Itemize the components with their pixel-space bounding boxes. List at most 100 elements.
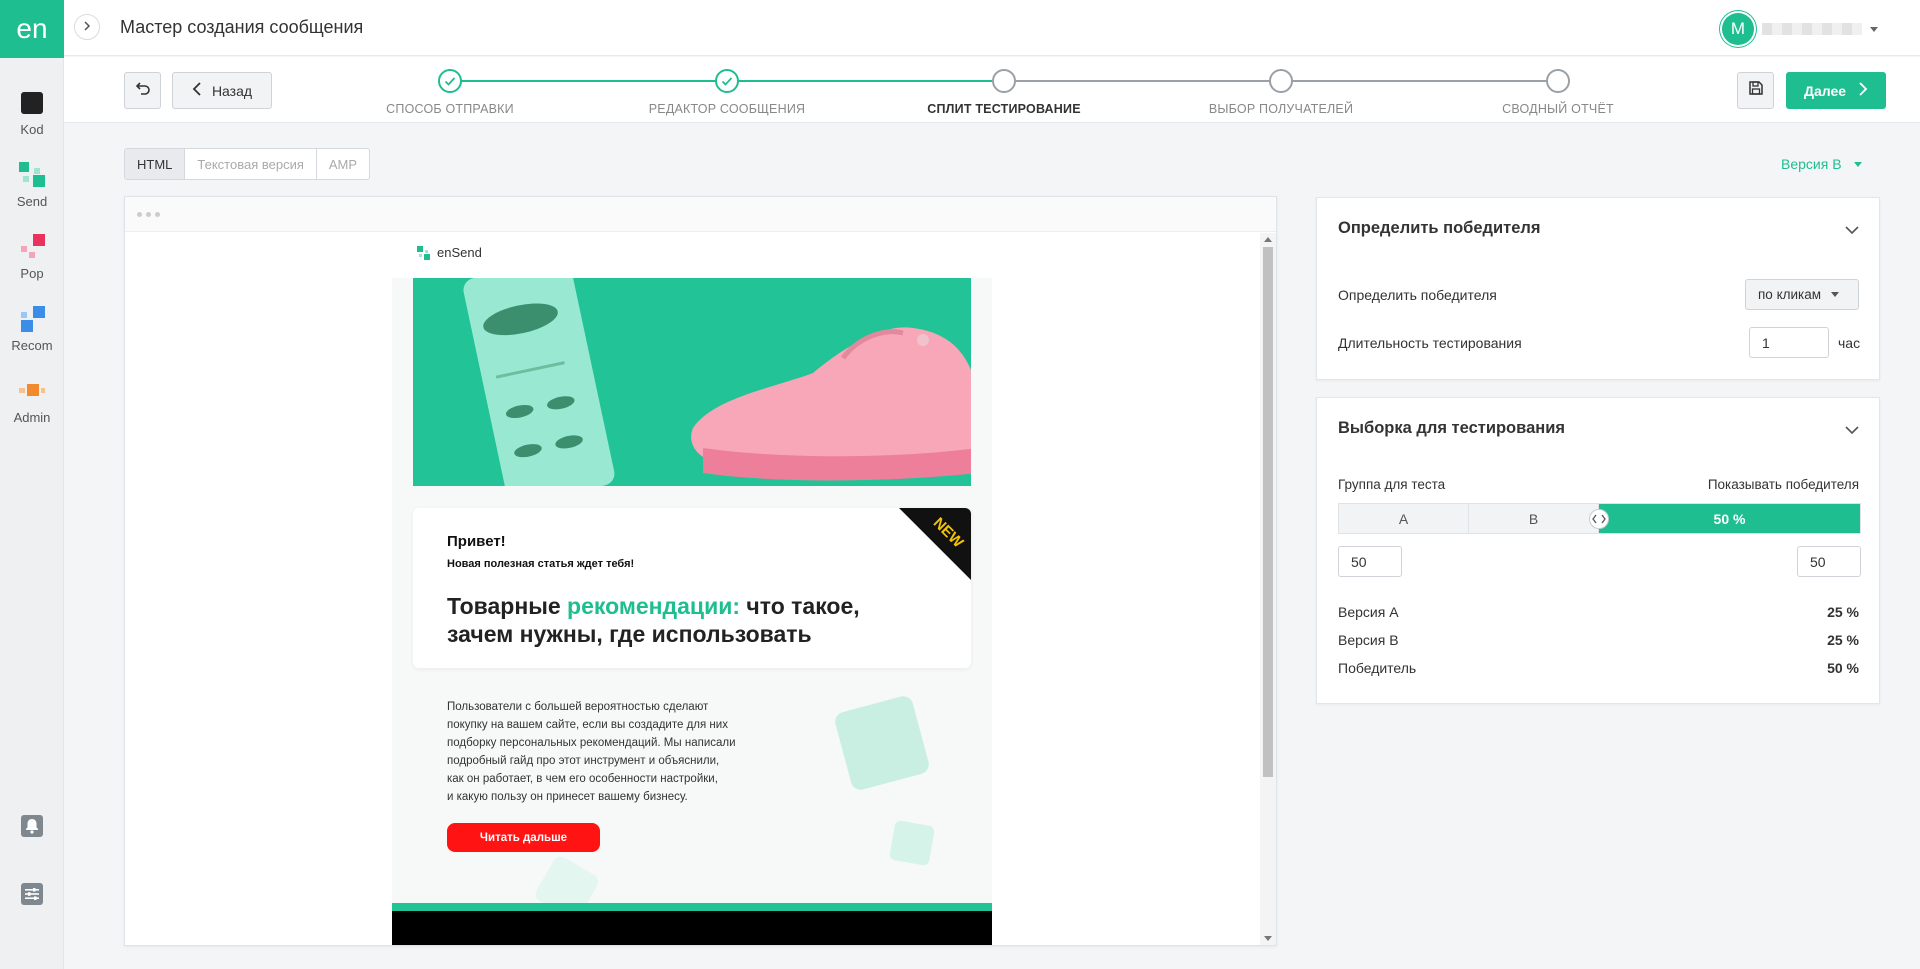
ensend-logo: enSend xyxy=(417,245,482,260)
headline-accent: рекомендации: xyxy=(567,593,741,619)
nav-item-admin[interactable]: Admin xyxy=(0,372,64,434)
body-line: покупку на вашем сайте, если вы создадит… xyxy=(447,719,728,731)
sample-panel: Выборка для тестирования Группа для тест… xyxy=(1316,397,1880,704)
wizard-step-split-test[interactable]: СПЛИТ ТЕСТИРОВАНИЕ xyxy=(904,69,1104,116)
wizard-step-send-method[interactable]: СПОСОБ ОТПРАВКИ xyxy=(350,69,550,116)
new-ribbon: NEW xyxy=(899,508,971,580)
chevron-right-icon xyxy=(1858,82,1868,99)
email-preview-frame: enSend Привет! Новая полезная статья жде… xyxy=(124,196,1277,946)
decorative-shapes xyxy=(835,696,935,866)
chevron-left-icon xyxy=(192,82,202,99)
duration-label: Длительность тестирования xyxy=(1338,335,1522,351)
top-bar: Мастер создания сообщения M xyxy=(64,0,1920,56)
scroll-thumb[interactable] xyxy=(1263,247,1273,777)
window-dots-icon xyxy=(137,212,160,217)
body-line: подборку персональных рекомендаций. Мы н… xyxy=(447,737,736,749)
settings-sliders-icon[interactable] xyxy=(20,882,44,906)
chevron-down-icon[interactable] xyxy=(1845,422,1859,440)
ensend-logo-icon xyxy=(417,245,430,260)
step-circle-icon xyxy=(1546,69,1570,93)
segment-b[interactable]: B xyxy=(1469,504,1599,533)
check-icon xyxy=(438,69,462,93)
summary-value: 50 % xyxy=(1827,660,1859,676)
footer-stripe xyxy=(392,903,992,911)
article-headline: Товарные рекомендации: что такое, зачем … xyxy=(447,592,907,648)
avatar[interactable]: M xyxy=(1722,13,1754,45)
chevron-down-icon xyxy=(1870,26,1878,32)
expand-sidebar-button[interactable] xyxy=(74,14,100,40)
version-dropdown-label: Версия B xyxy=(1781,156,1842,172)
app-logo[interactable]: en xyxy=(0,0,64,58)
user-name-redacted xyxy=(1762,23,1862,35)
caret-down-icon xyxy=(1831,292,1840,297)
next-button[interactable]: Далее xyxy=(1786,72,1886,109)
nav-item-label: Admin xyxy=(13,410,51,425)
step-circle-icon xyxy=(992,69,1016,93)
nav-item-recom[interactable]: Recom xyxy=(0,300,64,362)
split-drag-handle[interactable] xyxy=(1589,509,1609,529)
duration-input[interactable]: 1 xyxy=(1749,327,1829,358)
back-button-label: Назад xyxy=(211,82,253,99)
admin-icon xyxy=(19,378,45,404)
summary-row: Версия B 25 % xyxy=(1338,632,1859,648)
email-body: enSend Привет! Новая полезная статья жде… xyxy=(392,233,992,945)
summary-label: Версия B xyxy=(1338,632,1399,648)
nav-item-pop[interactable]: Pop xyxy=(0,228,64,290)
wizard-step-label: СПОСОБ ОТПРАВКИ xyxy=(386,102,514,116)
page-title: Мастер создания сообщения xyxy=(120,17,364,37)
panel-title: Выборка для тестирования xyxy=(1338,419,1565,437)
wizard-step-label: РЕДАКТОР СООБЩЕНИЯ xyxy=(648,102,806,116)
body-line: как он работает, в чем его особенности н… xyxy=(447,773,718,785)
preview-scrollbar[interactable] xyxy=(1260,233,1276,945)
version-dropdown[interactable]: Версия B xyxy=(1781,156,1862,172)
summary-row: Версия A 25 % xyxy=(1338,604,1859,620)
summary-row: Победитель 50 % xyxy=(1338,660,1859,676)
summary-value: 25 % xyxy=(1827,632,1859,648)
save-button[interactable] xyxy=(1737,72,1774,109)
split-bar[interactable]: A B 50 % xyxy=(1338,503,1861,534)
step-circle-icon xyxy=(1269,69,1293,93)
scroll-down-icon[interactable] xyxy=(1264,936,1272,941)
criterion-dropdown[interactable]: по кликам xyxy=(1745,279,1859,310)
tab-text-version[interactable]: Текстовая версия xyxy=(185,149,317,179)
left-nav: en Kod Send Pop Recom Admin xyxy=(0,0,64,969)
user-menu[interactable]: M xyxy=(1722,13,1878,45)
chevron-down-icon[interactable] xyxy=(1845,222,1859,240)
greeting: Привет! xyxy=(447,533,506,550)
winner-share-input[interactable]: 50 xyxy=(1797,546,1861,577)
kod-icon xyxy=(19,90,45,116)
nav-item-label: Recom xyxy=(11,338,53,353)
tab-html[interactable]: HTML xyxy=(125,149,186,179)
headline-part: Товарные xyxy=(447,593,568,619)
nav-item-kod[interactable]: Kod xyxy=(0,84,64,146)
summary-label: Победитель xyxy=(1338,660,1417,676)
send-icon xyxy=(19,162,45,188)
show-winner-label: Показывать победителя xyxy=(1707,477,1859,492)
read-more-button[interactable]: Читать дальше xyxy=(447,823,600,852)
recom-icon xyxy=(19,306,45,332)
wizard-step-report[interactable]: СВОДНЫЙ ОТЧЁТ xyxy=(1458,69,1658,116)
group-ab-input[interactable]: 50 xyxy=(1338,546,1402,577)
check-icon xyxy=(715,69,739,93)
duration-unit: час xyxy=(1838,335,1861,351)
caret-down-icon xyxy=(1853,161,1862,167)
notifications-bell-icon[interactable] xyxy=(20,814,44,838)
scroll-up-icon[interactable] xyxy=(1264,237,1272,242)
segment-winner[interactable]: 50 % xyxy=(1599,504,1860,533)
wizard-step-editor[interactable]: РЕДАКТОР СООБЩЕНИЯ xyxy=(627,69,827,116)
criterion-label: Определить победителя xyxy=(1338,287,1497,303)
nav-item-send[interactable]: Send xyxy=(0,156,64,218)
undo-button[interactable] xyxy=(124,72,161,109)
wizard-step-label: СПЛИТ ТЕСТИРОВАНИЕ xyxy=(927,102,1081,116)
wizard-step-recipients[interactable]: ВЫБОР ПОЛУЧАТЕЛЕЙ xyxy=(1181,69,1381,116)
body-line: подробный гайд про этот инструмент и объ… xyxy=(447,755,720,767)
next-button-label: Далее xyxy=(1803,82,1847,99)
tab-amp[interactable]: AMP xyxy=(317,149,369,179)
summary-label: Версия A xyxy=(1338,604,1399,620)
footer-block xyxy=(392,911,992,945)
test-group-label: Группа для теста xyxy=(1338,477,1446,492)
segment-a[interactable]: A xyxy=(1339,504,1469,533)
back-button[interactable]: Назад xyxy=(172,72,272,109)
brand-name: enSend xyxy=(437,245,482,260)
preview-toolbar xyxy=(125,197,1276,232)
